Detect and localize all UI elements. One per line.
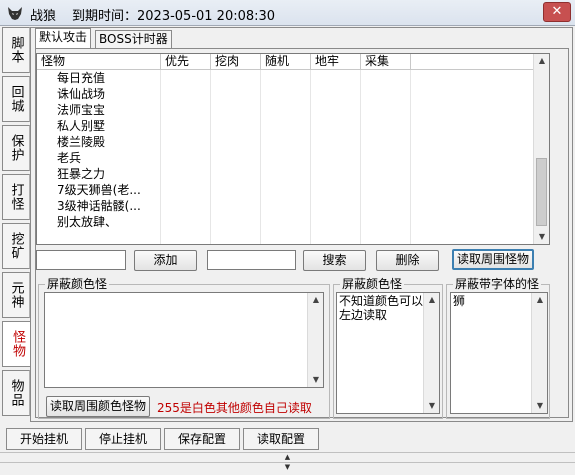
splitter-down-icon[interactable]: ▼ [0,462,575,471]
tab-label: BOSS计时器 [99,32,168,46]
list-item[interactable]: 私人别墅 [37,118,534,134]
side-tab-return-city[interactable]: 回城 [2,76,30,122]
column-header-gather[interactable]: 采集 [361,54,411,70]
tab-default-attack[interactable]: 默认攻击 [35,28,92,48]
bottom-bar: 开始挂机 停止挂机 保存配置 读取配置 ▲ ▼ [0,424,575,475]
add-monster-input[interactable] [36,250,126,270]
save-config-button[interactable]: 保存配置 [164,428,240,450]
list-item-label: 别太放肆、 [57,215,118,229]
list-item-label: 法师宝宝 [57,103,106,117]
scroll-up-icon[interactable]: ▲ [534,54,549,68]
list-item-label: 3级神话骷髅(... [57,199,141,213]
list-item[interactable]: 楼兰陵殿 [37,134,534,150]
close-button[interactable]: ✕ [543,2,571,22]
stop-hangup-button[interactable]: 停止挂机 [85,428,161,450]
side-tab-label: 回城 [8,85,24,113]
side-tab-label: 物品 [8,379,24,407]
list-item[interactable]: 狂暴之力 [37,166,534,182]
side-tab-mining[interactable]: 挖矿 [2,223,30,269]
side-tab-monster[interactable]: 怪物 [2,321,32,367]
list-item[interactable]: 3级神话骷髅(... [37,198,534,214]
read-nearby-color-monsters-button[interactable]: 读取周围颜色怪物 [46,396,150,417]
memo-scrollbar[interactable]: ▲ ▼ [531,293,547,413]
list-item[interactable]: 诛仙战场 [37,86,534,102]
memo-scrollbar[interactable]: ▲ ▼ [423,293,439,413]
column-header-random[interactable]: 随机 [261,54,311,70]
group-label: 屏蔽颜色怪 [340,277,405,291]
memo-text: 不知道颜色可以左边读取 [339,294,424,322]
scroll-down-icon[interactable]: ▼ [424,399,439,413]
side-tab-label: 挖矿 [8,232,24,260]
side-tab-items[interactable]: 物品 [2,370,30,416]
start-hangup-button[interactable]: 开始挂机 [6,428,82,450]
list-item[interactable]: 别太放肆、 [37,214,534,230]
delete-button[interactable]: 删除 [376,250,439,271]
group-label: 屏蔽带字体的怪 [453,277,542,291]
list-item-label: 私人别墅 [57,119,106,133]
load-config-button[interactable]: 读取配置 [243,428,319,450]
list-item-label: 楼兰陵殿 [57,135,106,149]
side-tab-label: 打怪 [8,183,24,211]
list-item[interactable]: 法师宝宝 [37,102,534,118]
side-tab-bar: 脚本 回城 保护 打怪 挖矿 元神 怪物 物品 [2,27,32,422]
side-tab-spirit[interactable]: 元神 [2,272,30,318]
list-item[interactable]: 7级天狮兽(老... [37,182,534,198]
memo-scrollbar[interactable]: ▲ ▼ [307,293,323,387]
font-monster-textarea[interactable]: 狮 ▲ ▼ [450,292,548,414]
list-item[interactable]: 每日充值 [37,70,534,86]
memo-text: 狮 [453,294,466,308]
side-tab-label: 保护 [8,134,24,162]
tab-label: 默认攻击 [39,30,88,44]
list-item-label: 7级天狮兽(老... [57,183,141,197]
list-item-label: 诛仙战场 [57,87,106,101]
scroll-down-icon[interactable]: ▼ [534,230,549,244]
search-button[interactable]: 搜索 [303,250,366,271]
side-tab-script[interactable]: 脚本 [2,27,30,73]
title-bar: 战狼 到期时间：2023-05-01 20:08:30 ✕ [0,0,575,26]
add-button[interactable]: 添加 [134,250,197,271]
wolf-icon [8,7,22,20]
close-icon: ✕ [551,4,563,19]
tab-boss-timer[interactable]: BOSS计时器 [95,30,172,48]
scroll-up-icon[interactable]: ▲ [532,293,547,307]
list-item[interactable]: 老兵 [37,150,534,166]
list-header: 怪物 优先 挖肉 随机 地牢 采集 [37,54,534,70]
scroll-thumb[interactable] [536,158,547,226]
app-title: 战狼 [30,9,57,24]
list-scrollbar[interactable]: ▲ ▼ [533,54,549,244]
group-label: 屏蔽颜色怪 [45,277,110,291]
side-tab-protect[interactable]: 保护 [2,125,30,171]
list-item-label: 狂暴之力 [57,167,106,181]
expiry-time: 到期时间：2023-05-01 20:08:30 [72,9,276,24]
scroll-down-icon[interactable]: ▼ [308,373,323,387]
column-header-priority[interactable]: 优先 [161,54,211,70]
side-tab-fight[interactable]: 打怪 [2,174,30,220]
side-tab-label: 元神 [8,281,24,309]
monster-list[interactable]: 怪物 优先 挖肉 随机 地牢 采集 每日充值 诛仙战场 法师宝宝 私人别墅 楼兰… [36,53,550,245]
side-tab-label: 脚本 [8,36,24,64]
column-header-filler [411,54,534,70]
color-monster-textarea[interactable]: ▲ ▼ [44,292,324,388]
splitter-up-icon[interactable]: ▲ [0,452,575,461]
scroll-up-icon[interactable]: ▲ [308,293,323,307]
search-input[interactable] [207,250,296,270]
color-monster-list-textarea[interactable]: 不知道颜色可以左边读取 ▲ ▼ [336,292,440,414]
column-header-monster[interactable]: 怪物 [37,54,161,70]
list-item-label: 老兵 [57,151,82,165]
read-nearby-monsters-button[interactable]: 读取周围怪物 [452,249,534,270]
side-tab-label: 怪物 [10,330,25,358]
scroll-up-icon[interactable]: ▲ [424,293,439,307]
column-header-dungeon[interactable]: 地牢 [311,54,361,70]
list-item-label: 每日充值 [57,71,106,85]
color-hint-text: 255是白色其他颜色自己读取 [157,401,312,415]
scroll-down-icon[interactable]: ▼ [532,399,547,413]
column-header-meat[interactable]: 挖肉 [211,54,261,70]
